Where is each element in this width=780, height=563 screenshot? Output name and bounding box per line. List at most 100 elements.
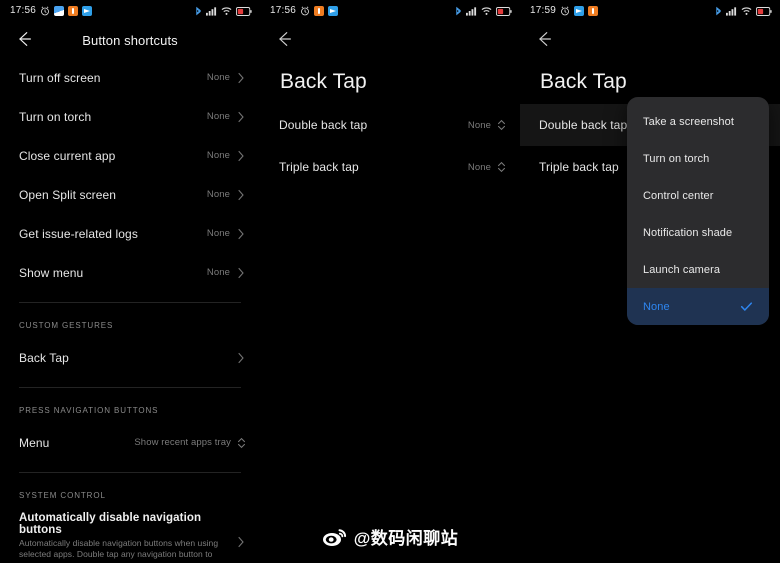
chevron-right-icon <box>236 110 246 124</box>
dropdown-item-label: Take a screenshot <box>643 115 734 128</box>
toolbar: Button shortcuts <box>0 22 260 58</box>
list-item-turn-on-torch[interactable]: Turn on torch None <box>0 97 260 136</box>
shortcut-list: Turn off screen None Turn on torch None … <box>0 58 260 292</box>
panel-back-tap-dropdown: 17:59 Back Tap Double back tap Triple ba… <box>520 0 780 563</box>
status-bar-left: 17:56 <box>10 5 93 16</box>
dropdown-item-notification-shade[interactable]: Notification shade <box>627 214 769 251</box>
back-button[interactable] <box>14 29 36 51</box>
list-item-description: Automatically disable navigation buttons… <box>19 538 219 563</box>
list-item-get-issue-related-logs[interactable]: Get issue-related logs None <box>0 214 260 253</box>
list-item-label: Turn off screen <box>19 70 101 85</box>
panel-button-shortcuts: 17:56 Button shortcuts Turn off screen N… <box>0 0 260 563</box>
status-bar-right <box>195 6 252 17</box>
list-item-text-block: Automatically disable navigation buttons… <box>19 512 236 563</box>
status-time: 17:56 <box>10 5 37 16</box>
list-item-label: Show menu <box>19 265 84 280</box>
stepper-updown-icon[interactable] <box>497 160 506 174</box>
list-item-trailing: Show recent apps tray <box>134 436 246 450</box>
check-icon <box>740 300 753 313</box>
list-item-trailing: None <box>207 149 246 163</box>
list-item-label: Open Split screen <box>19 187 117 202</box>
chevron-right-icon <box>236 266 246 280</box>
list-item-menu[interactable]: Menu Show recent apps tray <box>0 423 260 462</box>
dropdown-item-take-a-screenshot[interactable]: Take a screenshot <box>627 103 769 140</box>
orange-app-icon <box>68 6 79 16</box>
list-item-trailing: None <box>207 110 246 124</box>
list-item-value: Show recent apps tray <box>134 437 231 448</box>
wifi-icon <box>481 6 492 16</box>
list-item-label: Triple back tap <box>279 160 359 174</box>
section-header-press-navigation-buttons: PRESS NAVIGATION BUTTONS <box>19 406 159 415</box>
status-time: 17:56 <box>270 5 297 16</box>
list-item-label: Get issue-related logs <box>19 226 138 241</box>
back-button[interactable] <box>274 29 296 51</box>
list-item-trailing <box>236 351 246 365</box>
status-bar-right <box>455 6 512 17</box>
list-item-title: Automatically disable navigation buttons <box>19 512 202 536</box>
weather-app-icon <box>54 6 65 16</box>
list-item-close-current-app[interactable]: Close current app None <box>0 136 260 175</box>
list-item-label: Double back tap <box>539 118 628 132</box>
list-item-value: None <box>206 111 230 122</box>
page-title: Back Tap <box>280 70 367 93</box>
list-item-back-tap[interactable]: Back Tap <box>0 338 260 377</box>
list-item-trailing: None <box>207 188 246 202</box>
chevron-right-icon <box>236 188 246 202</box>
dropdown-item-label: Turn on torch <box>643 152 710 165</box>
status-time: 17:59 <box>530 5 557 16</box>
dropdown-item-turn-on-torch[interactable]: Turn on torch <box>627 140 769 177</box>
signal-icon <box>206 6 217 16</box>
list-item-turn-off-screen[interactable]: Turn off screen None <box>0 58 260 97</box>
bluetooth-icon <box>455 6 462 17</box>
wifi-icon <box>741 6 752 16</box>
list-item-triple-back-tap[interactable]: Triple back tap None <box>260 146 520 188</box>
signal-icon <box>466 6 477 16</box>
chevron-right-icon <box>236 149 246 163</box>
list-item-auto-disable-nav-buttons[interactable]: Automatically disable navigation buttons… <box>0 508 260 563</box>
dropdown-item-control-center[interactable]: Control center <box>627 177 769 214</box>
section-header-system-control: SYSTEM CONTROL <box>19 491 106 500</box>
list-item-label: Triple back tap <box>539 160 619 174</box>
status-bar: 17:56 <box>0 0 260 22</box>
list-item-label: Close current app <box>19 148 116 163</box>
blue-app-icon <box>328 6 339 16</box>
stepper-updown-icon[interactable] <box>497 118 506 132</box>
list-item-trailing: None <box>468 118 506 132</box>
dropdown-item-label: Launch camera <box>643 263 721 276</box>
panel-back-tap: 17:56 Back Tap Double back tap None Trip… <box>260 0 520 563</box>
list-item-label: Menu <box>19 435 50 450</box>
chevron-right-icon <box>236 535 246 549</box>
alarm-icon <box>300 6 310 16</box>
blue-app-icon <box>82 6 93 16</box>
alarm-icon <box>40 6 50 16</box>
wifi-icon <box>221 6 232 16</box>
list-item-open-split-screen[interactable]: Open Split screen None <box>0 175 260 214</box>
chevron-right-icon <box>236 71 246 85</box>
dropdown-menu[interactable]: Take a screenshot Turn on torch Control … <box>627 97 769 325</box>
list-item-value: None <box>206 267 230 278</box>
back-button[interactable] <box>534 29 556 51</box>
section-header-custom-gestures: CUSTOM GESTURES <box>19 321 114 330</box>
back-tap-list: Double back tap None Triple back tap Non… <box>260 104 520 188</box>
chevron-right-icon <box>236 227 246 241</box>
list-item-value: None <box>206 189 230 200</box>
list-item-trailing: None <box>207 266 246 280</box>
orange-app-icon <box>588 6 599 16</box>
list-item-value: None <box>467 161 491 173</box>
dropdown-item-launch-camera[interactable]: Launch camera <box>627 251 769 288</box>
blue-app-icon <box>574 6 585 16</box>
battery-low-icon <box>496 6 512 16</box>
battery-low-icon <box>756 6 772 16</box>
list-item-show-menu[interactable]: Show menu None <box>0 253 260 292</box>
toolbar <box>520 22 780 58</box>
status-bar: 17:59 <box>520 0 780 22</box>
signal-icon <box>726 6 737 16</box>
alarm-icon <box>560 6 570 16</box>
orange-app-icon <box>314 6 325 16</box>
page-title: Button shortcuts <box>82 32 178 48</box>
list-item-double-back-tap[interactable]: Double back tap None <box>260 104 520 146</box>
status-bar-right <box>715 6 772 17</box>
stepper-updown-icon[interactable] <box>237 436 246 450</box>
dropdown-item-none[interactable]: None <box>627 288 769 325</box>
dropdown-item-label: Notification shade <box>643 226 733 239</box>
